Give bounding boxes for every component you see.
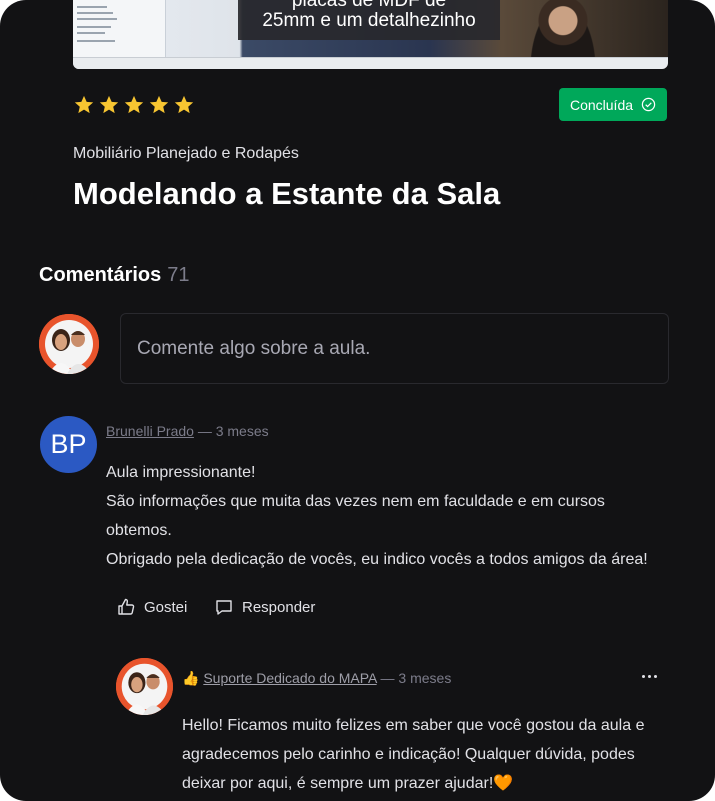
star-icon[interactable]	[98, 94, 120, 116]
current-user-avatar	[39, 314, 99, 374]
lesson-completed-button[interactable]: Concluída	[559, 88, 667, 121]
reply-line: agradecemos pelo carinho e indicação! Qu…	[182, 746, 635, 763]
comments-heading-label: Comentários	[39, 264, 162, 286]
reply-line: deixar por aqui, é sempre um prazer ajud…	[182, 775, 514, 792]
lesson-page: placas de MDF de 25mm e um detalhezinho …	[0, 0, 715, 801]
comment-line: Obrigado pela dedicação de vocês, eu ind…	[106, 551, 648, 568]
star-icon[interactable]	[123, 94, 145, 116]
comment-author-link[interactable]: Brunelli Prado	[106, 423, 194, 439]
comment-line: Aula impressionante!	[106, 464, 256, 481]
video-screen-statusbar	[73, 57, 668, 69]
commenter-avatar: BP	[40, 416, 97, 473]
video-caption: placas de MDF de 25mm e um detalhezinho	[238, 0, 500, 40]
star-icon[interactable]	[173, 94, 195, 116]
comment-line: São informações que muita das vezes nem …	[106, 493, 605, 510]
support-avatar	[116, 658, 173, 715]
reply-author-link[interactable]: Suporte Dedicado do MAPA	[203, 670, 376, 686]
reply-label: Responder	[242, 598, 316, 616]
module-name: Mobiliário Planejado e Rodapés	[73, 145, 299, 162]
comment-input[interactable]	[120, 313, 669, 384]
star-icon[interactable]	[73, 94, 95, 116]
lesson-title: Modelando a Estante da Sala	[73, 176, 501, 211]
reply-meta: 👍 Suporte Dedicado do MAPA — 3 meses	[182, 670, 451, 687]
check-circle-icon	[641, 97, 656, 112]
reply-time: — 3 meses	[376, 670, 452, 686]
comments-heading: Comentários 71	[39, 264, 190, 287]
reply-body: Hello! Ficamos muito felizes em saber qu…	[182, 711, 682, 798]
completed-label: Concluída	[569, 96, 634, 113]
comments-count: 71	[167, 264, 190, 286]
video-caption-line2: 25mm e um detalhezinho	[262, 10, 476, 31]
comment-meta: Brunelli Prado — 3 meses	[106, 423, 269, 439]
reply-button[interactable]: Responder	[214, 597, 315, 617]
reply-line: Hello! Ficamos muito felizes em saber qu…	[182, 717, 645, 734]
video-player[interactable]: placas de MDF de 25mm e um detalhezinho	[73, 0, 668, 69]
star-icon[interactable]	[148, 94, 170, 116]
like-button[interactable]: Gostei	[116, 597, 187, 617]
chat-bubble-icon	[216, 600, 232, 615]
comment-time: — 3 meses	[193, 423, 269, 439]
like-label: Gostei	[144, 598, 188, 616]
comment-line: obtemos.	[106, 522, 172, 539]
reply-author-badge: 👍	[182, 670, 204, 686]
more-options-icon[interactable]	[638, 668, 660, 684]
thumbs-up-icon	[118, 598, 135, 615]
video-screen-content	[73, 0, 166, 58]
comment-body: Aula impressionante! São informações que…	[106, 458, 676, 574]
rating-stars[interactable]	[73, 94, 195, 116]
